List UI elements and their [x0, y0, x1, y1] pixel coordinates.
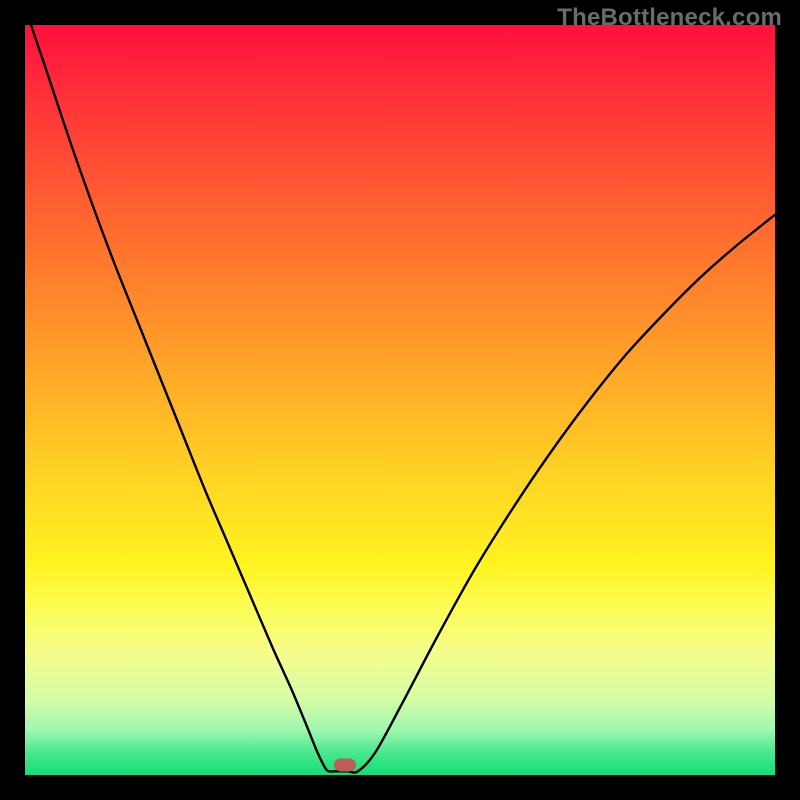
chart-frame: TheBottleneck.com [0, 0, 800, 800]
bottleneck-curve [31, 25, 775, 773]
optimal-point-marker [334, 759, 356, 772]
curve-svg [25, 25, 775, 775]
plot-area [25, 25, 775, 775]
